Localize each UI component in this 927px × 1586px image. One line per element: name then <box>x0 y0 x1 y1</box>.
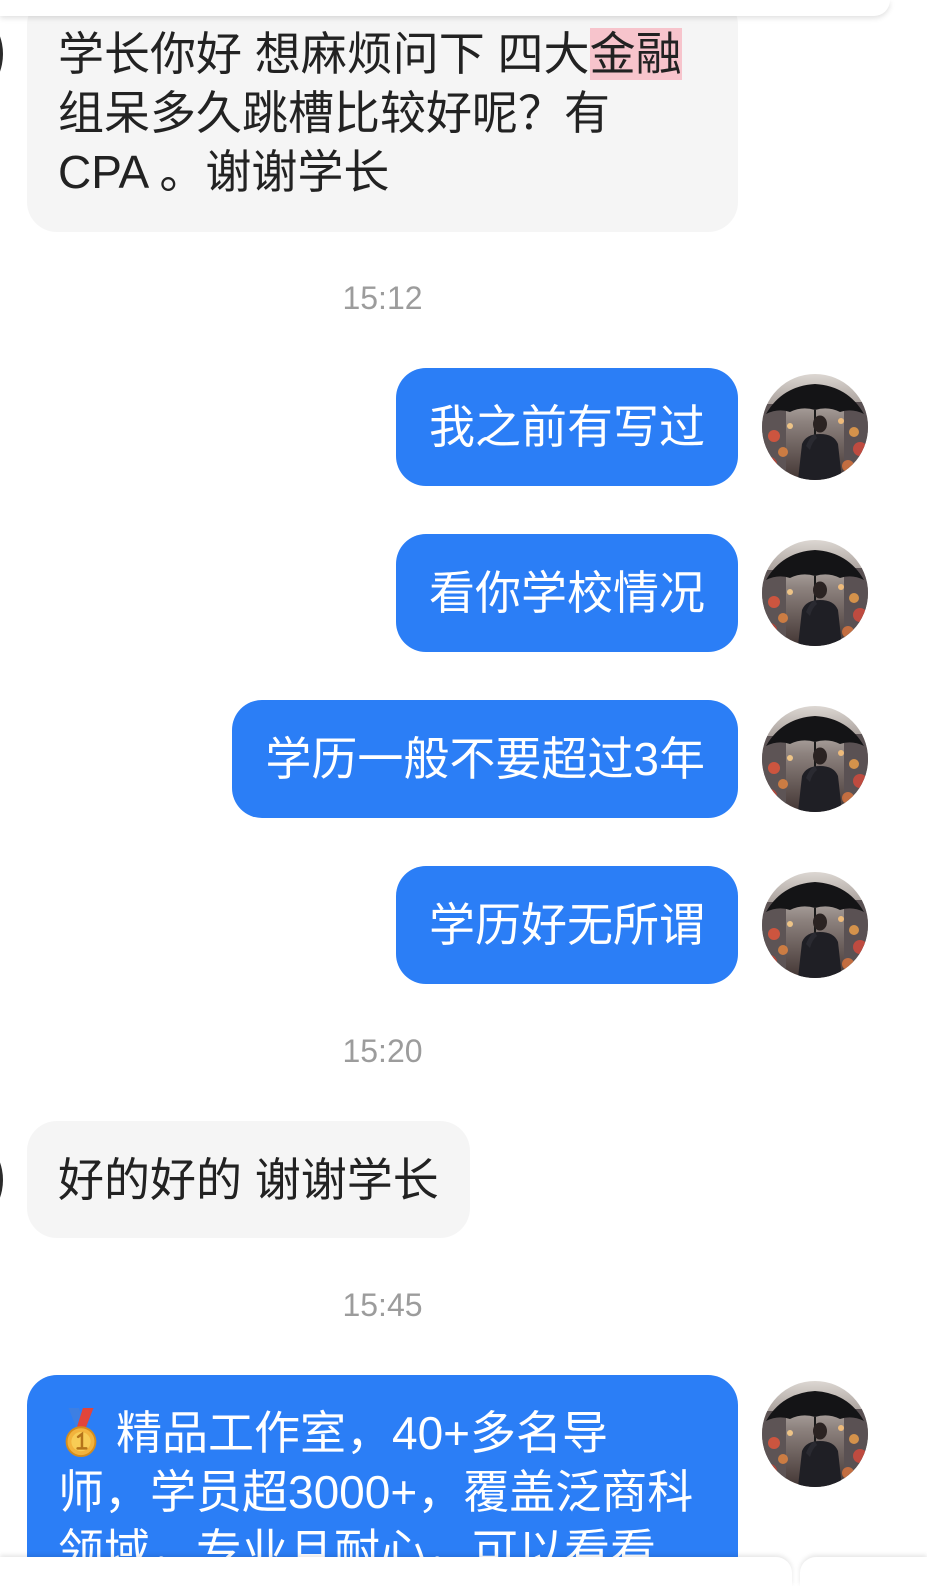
man-with-umbrella-avatar-icon <box>762 540 868 646</box>
chat-view[interactable]: 学长你好 想麻烦问下 四大金融 组呆多久跳槽比较好呢？有 CPA 。谢谢学长 1… <box>0 0 927 1586</box>
message-line: 学长你好 想麻烦问下 四大金融 <box>58 25 695 84</box>
bottom-panel <box>0 1557 792 1586</box>
message-text: 学历一般不要超过3年 <box>265 733 705 785</box>
message-bubble-incoming[interactable]: 学长你好 想麻烦问下 四大金融 组呆多久跳槽比较好呢？有 CPA 。谢谢学长 <box>27 0 738 232</box>
my-avatar[interactable] <box>762 1381 868 1487</box>
my-avatar[interactable] <box>762 872 868 978</box>
my-avatar[interactable] <box>762 706 868 812</box>
my-avatar[interactable] <box>762 374 868 480</box>
message-bubble-outgoing[interactable]: 学历好无所谓 <box>396 866 738 984</box>
sender-avatar[interactable] <box>0 1 3 107</box>
message-text: 看你学校情况 <box>429 567 705 619</box>
highlighted-text: 金融 <box>589 28 682 80</box>
message-bubble-outgoing[interactable]: 精品工作室，40+多名导 师，学员超3000+，覆盖泛商科 领域，专业且耐心，可… <box>27 1375 738 1586</box>
timestamp: 15:12 <box>342 280 423 316</box>
sender-avatar[interactable] <box>0 1127 3 1233</box>
message-text: 精品工作室，40+多名导 <box>116 1407 609 1459</box>
first-place-medal-icon <box>65 1408 97 1458</box>
message-text: 我之前有写过 <box>429 401 705 453</box>
bottom-panel <box>800 1557 927 1586</box>
message-line: 组呆多久跳槽比较好呢？有 <box>58 87 610 139</box>
message-line: CPA 。谢谢学长 <box>58 146 390 198</box>
man-with-umbrella-avatar-icon <box>762 1381 868 1487</box>
message-bubble-outgoing[interactable]: 我之前有写过 <box>396 368 738 486</box>
message-line: 精品工作室，40+多名导 <box>58 1404 707 1463</box>
top-card <box>0 0 890 16</box>
timestamp: 15:20 <box>342 1033 423 1069</box>
message-bubble-outgoing[interactable]: 看你学校情况 <box>396 534 738 652</box>
message-text: 学历好无所谓 <box>429 899 705 951</box>
message-bubble-incoming[interactable]: 好的好的 谢谢学长 <box>27 1121 470 1238</box>
timestamp: 15:45 <box>342 1287 423 1323</box>
message-bubble-outgoing[interactable]: 学历一般不要超过3年 <box>232 700 738 818</box>
my-avatar[interactable] <box>762 540 868 646</box>
man-with-umbrella-avatar-icon <box>762 706 868 812</box>
message-text: 学长你好 想麻烦问下 四大 <box>58 28 590 80</box>
message-text: 好的好的 谢谢学长 <box>58 1154 439 1206</box>
message-line: 师，学员超3000+，覆盖泛商科 <box>58 1466 694 1518</box>
man-with-umbrella-avatar-icon <box>762 872 868 978</box>
man-with-umbrella-avatar-icon <box>762 374 868 480</box>
